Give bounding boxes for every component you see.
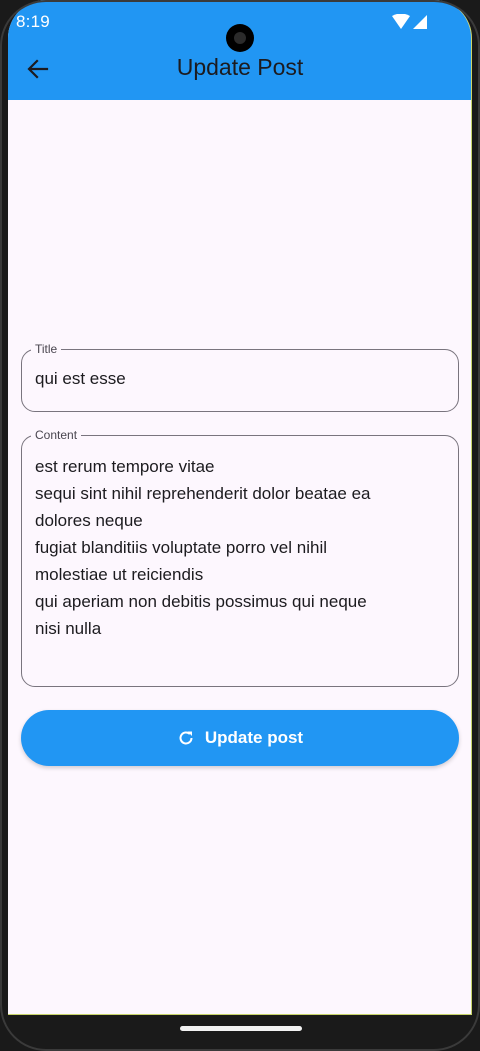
content-field-value[interactable]: est rerum tempore vitae sequi sint nihil…: [35, 453, 445, 642]
home-indicator[interactable]: [180, 1026, 302, 1031]
camera-cutout: [226, 24, 254, 52]
signal-icon: [413, 15, 427, 29]
title-field[interactable]: Title qui est esse: [21, 342, 459, 412]
content-field[interactable]: Content est rerum tempore vitae sequi si…: [21, 428, 459, 687]
update-post-label: Update post: [204, 728, 304, 747]
page-title: Update Post: [176, 54, 304, 80]
app-bar: 8:19 Update Post: [8, 0, 471, 100]
update-post-button[interactable]: Update post: [21, 710, 459, 766]
status-time: 8:19: [16, 12, 50, 31]
refresh-icon: [179, 731, 193, 745]
wifi-icon: [392, 14, 410, 29]
title-field-value[interactable]: qui est esse: [35, 369, 126, 389]
phone-frame: 8:19 Update Post Title qui est esse Cont…: [0, 0, 480, 1051]
app-screen: 8:19 Update Post Title qui est esse Cont…: [8, 0, 472, 1015]
content-field-label: Content: [31, 428, 82, 442]
status-bar: 8:19: [8, 0, 471, 52]
status-icons: [392, 14, 427, 29]
title-field-label: Title: [31, 342, 62, 356]
